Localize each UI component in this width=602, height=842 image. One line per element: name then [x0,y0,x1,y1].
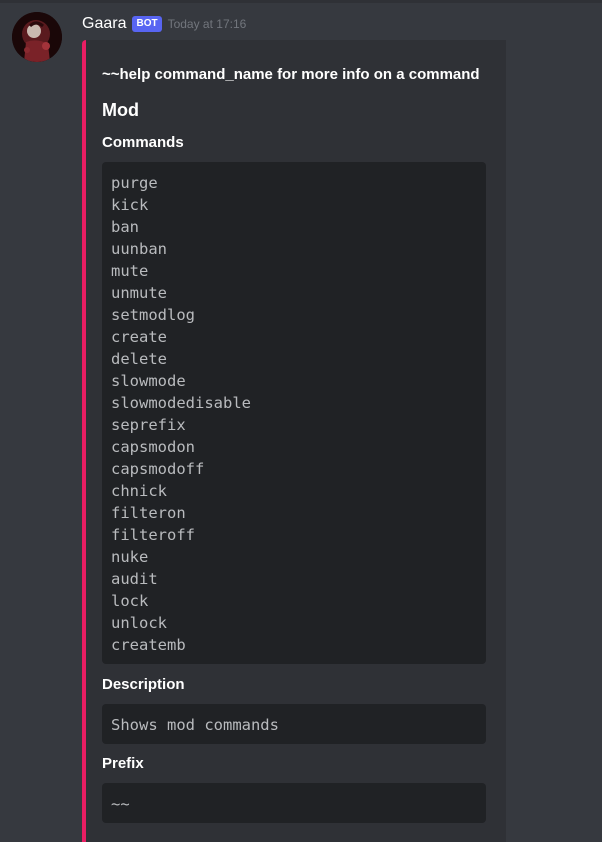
command-line: uunban [111,240,167,258]
command-line: slowmode [111,372,186,390]
command-line: ban [111,218,139,236]
command-line: mute [111,262,149,280]
prefix-codeblock[interactable]: ~~ [102,783,486,823]
avatar[interactable] [12,12,62,62]
commands-codeblock[interactable]: purge kick ban uunban mute unmute setmod… [102,162,486,664]
command-line: createmb [111,636,186,654]
description-codeblock[interactable]: Shows mod commands [102,704,486,744]
command-line: purge [111,174,158,192]
command-line: filteron [111,504,186,522]
command-line: chnick [111,482,167,500]
command-line: create [111,328,167,346]
message-header: Gaara BOT Today at 17:16 [82,12,246,36]
command-line: unlock [111,614,167,632]
prefix-text: ~~ [111,795,130,813]
command-line: capsmodoff [111,460,205,478]
command-line: kick [111,196,149,214]
field-name-description: Description [102,676,185,693]
command-line: filteroff [111,526,195,544]
embed-title: ~~help command_name for more info on a c… [102,66,480,83]
avatar-image [12,12,62,62]
command-line: audit [111,570,158,588]
command-line: capsmodon [111,438,195,456]
username[interactable]: Gaara [82,15,126,33]
command-line: lock [111,592,149,610]
field-name-prefix: Prefix [102,755,144,772]
embed: ~~help command_name for more info on a c… [82,40,506,842]
embed-subtitle: Mod [102,100,139,120]
timestamp[interactable]: Today at 17:16 [168,17,247,31]
command-line: unmute [111,284,167,302]
command-line: seprefix [111,416,186,434]
command-line: nuke [111,548,149,566]
description-text: Shows mod commands [111,716,279,734]
field-name-commands: Commands [102,134,184,151]
command-line: slowmodedisable [111,394,251,412]
command-line: delete [111,350,167,368]
top-divider [0,0,602,3]
command-line: setmodlog [111,306,195,324]
bot-badge: BOT [132,16,162,32]
